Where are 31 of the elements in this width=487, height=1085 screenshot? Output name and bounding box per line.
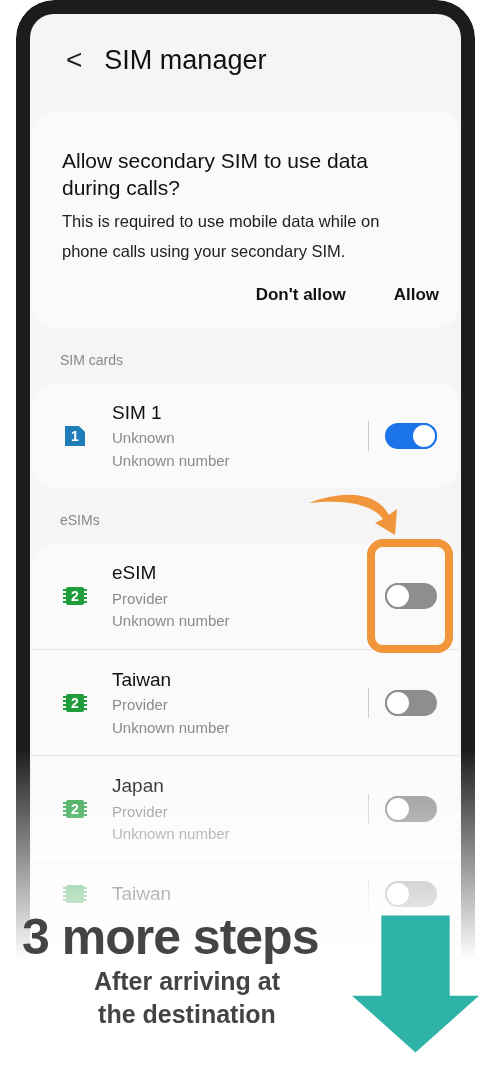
caption-text: the destination — [97, 998, 277, 1030]
provider-label: Provider — [112, 588, 169, 609]
toggle-switch[interactable] — [385, 583, 437, 610]
sim-card-icon: 1 — [62, 423, 88, 448]
section-label: eSIMs — [60, 511, 100, 531]
provider-label: Unknown — [112, 428, 176, 449]
provider-label: Provider — [112, 695, 169, 716]
dont-allow-button[interactable]: Don't allow — [255, 282, 346, 308]
section-label: SIM cards — [60, 350, 123, 370]
caption-title: 3 more steps — [22, 910, 320, 965]
phone-number: Unknown number — [112, 611, 231, 632]
phone-number: Unknown number — [112, 450, 231, 471]
caption-text: After arriving at — [92, 966, 282, 997]
down-arrow-icon — [352, 914, 479, 1054]
phone-number: Unknown number — [112, 824, 231, 845]
sim-name: Taiwan — [112, 881, 173, 906]
allow-button[interactable]: Allow — [393, 282, 439, 308]
sim-name: Taiwan — [112, 667, 173, 692]
page-title: SIM manager — [104, 44, 267, 77]
dialog-title: Allow secondary SIM to use data during calls? — [62, 147, 369, 201]
provider-label: Provider — [112, 801, 169, 822]
toggle-switch[interactable] — [385, 880, 437, 907]
toggle-switch[interactable] — [385, 689, 437, 716]
toggle-switch[interactable] — [385, 796, 437, 823]
dialog-message: This is required to use mobile data while on phone calls using your secondary SIM. — [62, 211, 381, 262]
toggle-switch[interactable] — [385, 422, 437, 449]
sim-name: SIM 1 — [112, 400, 163, 425]
sim-name: Japan — [112, 774, 165, 799]
phone-number: Unknown number — [112, 717, 231, 738]
sim-name: eSIM — [112, 561, 158, 586]
back-button[interactable]: < — [60, 46, 89, 75]
